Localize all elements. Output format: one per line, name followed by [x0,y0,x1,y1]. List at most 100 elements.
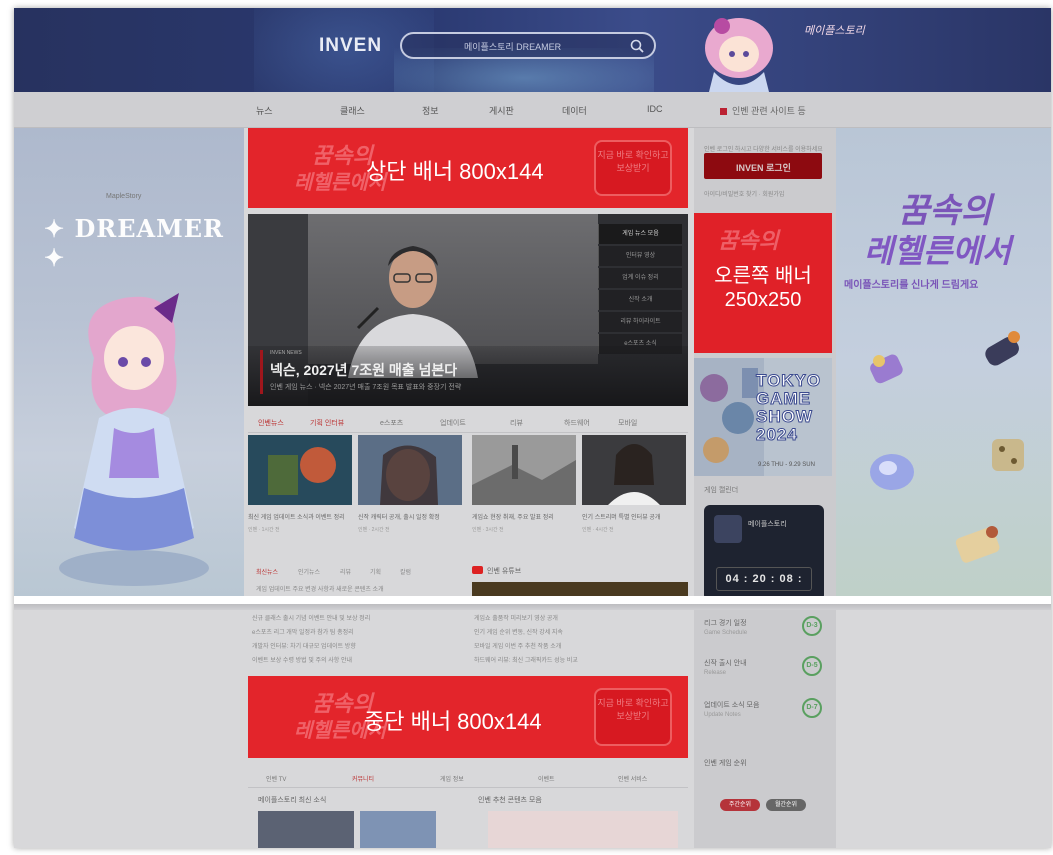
featured-video[interactable]: 게임 뉴스 모음 인터뷰 영상 업계 이슈 정리 신작 소개 리뷰 하이라이트 … [248,214,688,406]
news-list-item[interactable]: 신규 클래스 출시 기념 이벤트 안내 및 보상 정리 [252,613,370,622]
tab-community[interactable]: 커뮤니티 [352,774,374,783]
playlist-item[interactable]: 리뷰 하이라이트 [598,312,682,332]
news-list-item[interactable]: 개발자 인터뷰: 차기 대규모 업데이트 방향 [252,641,356,650]
news-list-item[interactable]: e스포츠 리그 개막 일정과 참가 팀 총정리 [252,627,354,636]
tab-review[interactable]: 리뷰 [510,418,523,428]
right-banner-faded-art: 꿈속의 [718,228,779,253]
tab-esports[interactable]: e스포츠 [380,418,403,428]
bookmark-label: 인벤 관련 사이트 등 [732,106,806,116]
nav-item-board[interactable]: 게시판 [489,104,514,117]
right-banner-ad[interactable]: 꿈속의 오른쪽 배너 250x250 [694,213,832,353]
news-list-tabs: 최신뉴스 인기뉴스 리뷰 기획 칼럼 [248,564,458,580]
nav-bookmark[interactable]: 인벤 관련 사이트 등 [720,104,806,117]
tab-interview[interactable]: 기획 인터뷰 [310,418,344,428]
scroll-item-icon [955,526,1000,563]
news-list-item[interactable]: 인기 게임 순위 변동, 신작 강세 지속 [474,627,563,636]
tab-update[interactable]: 업데이트 [440,418,466,428]
right-skyscraper-ad[interactable]: 꿈속의 레헬른에서 메이플스토리를 신나게 드림게요 [836,128,1051,596]
login-button[interactable]: INVEN 로그인 [704,153,822,179]
tab-game-info[interactable]: 게임 정보 [440,774,464,783]
news-list-item[interactable]: 모바일 게임 이번 주 추천 작품 소개 [474,641,561,650]
login-button-label: INVEN 로그인 [736,163,791,173]
news-card[interactable]: 인기 스트리머 특별 인터뷰 공개 인벤 · 4시간 전 [582,435,688,533]
search-placeholder: 메이플스토리 DREAMER [464,42,562,52]
youtube-thumbnail[interactable] [472,582,688,596]
video-playlist: 게임 뉴스 모음 인터뷰 영상 업계 이슈 정리 신작 소개 리뷰 하이라이트 … [598,224,682,356]
site-logo[interactable]: INVEN [319,35,382,57]
tab-inven-service[interactable]: 인벤 서비스 [618,774,647,783]
news-thumbnail [472,435,576,505]
playlist-item[interactable]: 인터뷰 영상 [598,246,682,266]
news-card[interactable]: 신작 캐릭터 공개, 출시 일정 확정 인벤 · 2시간 전 [358,435,464,533]
left-skyscraper-ad[interactable]: MapleStory ✦ DREAMER ✦ [14,128,244,596]
headline-accent [260,350,263,394]
crystal-item-icon [870,454,914,490]
news-list-item[interactable]: 게임쇼 출품작 미리보기 영상 공개 [474,613,558,622]
login-hint: 인벤 로그인 하시고 다양한 서비스를 이용하세요 [704,147,823,153]
countdown-widget[interactable]: 메이플스토리 04 : 20 : 08 : 30 [704,505,824,601]
schedule-sub: Release [704,670,727,676]
middle-banner-ad[interactable]: 꿈속의 레헬른에서 중단 배너 800x144 지금 바로 확인하고 보상받기 [248,676,688,758]
youtube-heading: 인벤 유튜브 [472,566,521,576]
right-ad-title-line2: 레헬른에서 [864,233,1012,269]
news-list-item[interactable]: 게임 업데이트 주요 변경 사항과 새로운 콘텐츠 소개 [256,584,384,593]
schedule-row[interactable]: 신작 출시 안내 Release D-5 [704,656,834,692]
d-day-badge: D-3 [802,616,822,636]
news-caption: 최신 게임 업데이트 소식과 이벤트 정리 [248,515,345,521]
search-input[interactable]: 메이플스토리 DREAMER [400,32,656,59]
right-banner-label-1: 오른쪽 배너 [714,265,812,287]
news-tabs: 인벤뉴스 기획 인터뷰 e스포츠 업데이트 리뷰 하드웨어 모바일 [248,411,688,433]
nav-item-idc[interactable]: IDC [647,104,663,114]
nav-item-news[interactable]: 뉴스 [256,104,273,117]
content-thumbnail[interactable] [258,811,354,848]
tab-feature[interactable]: 기획 [370,567,381,576]
tokyo-game-show-ad[interactable]: TOKYO GAME SHOW 2024 9.26 THU - 9.29 SUN [694,358,832,476]
tab-mobile[interactable]: 모바일 [618,418,637,428]
schedule-row[interactable]: 업데이트 소식 모음 Update Notes D-7 [704,698,834,734]
right-ad-tagline: 메이플스토리를 신나게 드림게요 [844,280,979,291]
tab-inven-tv[interactable]: 인벤 TV [266,774,286,783]
tab-review-list[interactable]: 리뷰 [340,567,351,576]
left-ad-title: ✦ DREAMER ✦ [44,214,224,272]
news-card[interactable]: 최신 게임 업데이트 소식과 이벤트 정리 인벤 · 1시간 전 [248,435,354,533]
tab-inven-news[interactable]: 인벤뉴스 [258,418,284,428]
news-list-item[interactable]: 이벤트 보상 수령 방법 및 주의 사항 안내 [252,655,352,664]
top-banner-label: 상단 배너 800x144 [366,159,544,184]
playlist-item[interactable]: 신작 소개 [598,290,682,310]
news-list-item[interactable]: 하드웨어 리뷰: 최신 그래픽카드 성능 비교 [474,655,578,664]
playlist-item[interactable]: 업계 이슈 정리 [598,268,682,288]
video-headline[interactable]: 넥슨, 2027년 7조원 매출 넘본다 [270,360,457,380]
video-subline: 인벤 게임 뉴스 · 넥슨 2027년 매출 7조원 목표 발표와 중장기 전략 [270,384,462,391]
rank-tab-weekly[interactable]: 주간순위 [720,799,760,811]
tab-popular[interactable]: 인기뉴스 [298,567,320,576]
nav-item-class[interactable]: 클래스 [340,104,365,117]
section-divider [14,596,1051,604]
tab-latest[interactable]: 최신뉴스 [256,567,278,576]
login-links[interactable]: 아이디/비밀번호 찾기 · 회원가입 [704,189,784,198]
nav-item-data[interactable]: 데이터 [562,104,587,117]
nav-item-info[interactable]: 정보 [422,104,439,117]
character-illustration [705,18,773,92]
news-card[interactable]: 게임쇼 현장 취재, 주요 발표 정리 인벤 · 3시간 전 [472,435,578,533]
tgs-illustration [694,358,764,476]
schedule-row[interactable]: 리그 경기 일정 Game Schedule D-3 [704,616,834,652]
content-thumbnail[interactable] [488,811,678,848]
content-thumbnail[interactable] [360,811,436,848]
youtube-heading-label: 인벤 유튜브 [487,568,522,575]
countdown-game-name: 메이플스토리 [748,521,787,528]
tab-event[interactable]: 이벤트 [538,774,555,783]
top-banner-ad[interactable]: 꿈속의 레헬른에서 상단 배너 800x144 지금 바로 확인하고 보상받기 [248,128,688,208]
page-screenshot-frame: INVEN 메이플스토리 DREAMER 메이플스토리 뉴스 클래스 정보 게시… [14,8,1051,848]
countdown-timer: 04 : 20 : 08 : 30 [716,567,812,601]
tab-column[interactable]: 칼럼 [400,567,411,576]
news-thumbnail [358,435,462,505]
news-meta: 인벤 · 3시간 전 [472,527,504,533]
tab-hardware[interactable]: 하드웨어 [564,418,590,428]
playlist-item[interactable]: 게임 뉴스 모음 [598,224,682,244]
search-icon[interactable] [630,39,644,58]
site-header: INVEN 메이플스토리 DREAMER 메이플스토리 [14,8,1051,92]
left-ad-title-text: DREAMER [74,214,224,243]
rank-tab-monthly[interactable]: 월간순위 [766,799,806,811]
game-logo-text: 메이플스토리 [804,25,865,37]
game-thumbnail [714,515,742,543]
